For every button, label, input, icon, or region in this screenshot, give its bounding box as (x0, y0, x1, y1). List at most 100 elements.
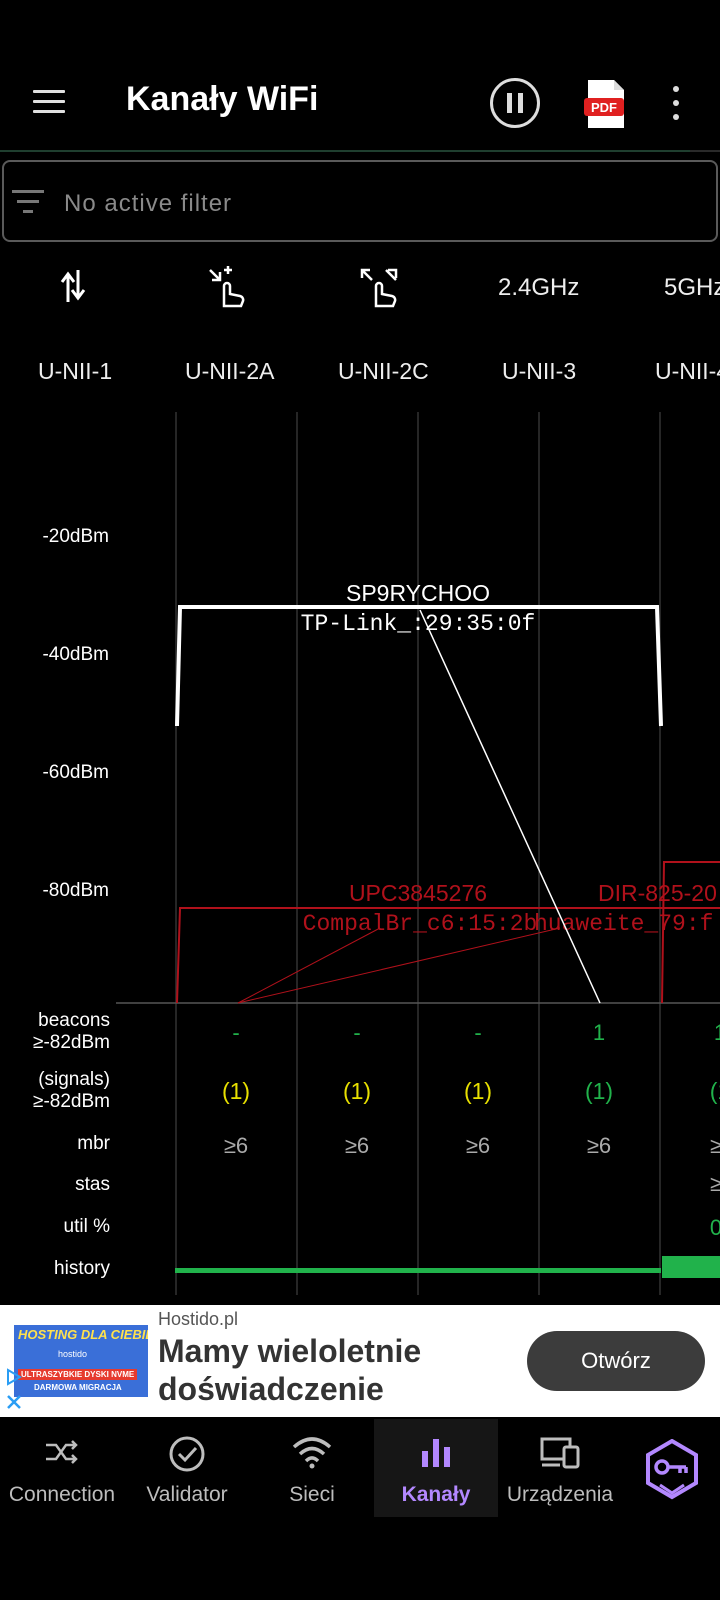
channel-number: 48 (586, 413, 612, 439)
y-axis-label: -80dBm (42, 880, 109, 901)
filter-placeholder: No active filter (64, 190, 233, 217)
more-vert-icon-dot (673, 114, 679, 120)
beacons-value: - (474, 1020, 481, 1045)
nav-tab-sieci[interactable]: Sieci (250, 1417, 374, 1517)
band-tab-unii-1[interactable]: U-NII-1 (38, 358, 112, 385)
stas-value: ≥ (710, 1171, 720, 1196)
band-tab-unii-3[interactable]: U-NII-3 (502, 358, 576, 385)
network-label-leader (419, 609, 601, 1004)
ad-headline[interactable]: Mamy wieloletnie doświadczenie (158, 1332, 518, 1408)
wifi-icon (292, 1437, 332, 1469)
channel-freq: 5220 (457, 444, 499, 465)
network-bssid: huaweite_79:f (534, 911, 713, 937)
nav-tab-kanaly[interactable]: Kanały (374, 1417, 498, 1517)
pause-icon (507, 93, 512, 113)
ad-choices-icon[interactable] (4, 1368, 24, 1414)
channel-freq: 5260 (699, 444, 720, 465)
signals-value: (1 (710, 1078, 720, 1104)
more-vert-icon-dot (673, 100, 679, 106)
nav-tab-validator[interactable]: Validator (124, 1417, 250, 1517)
history-bar (662, 1256, 720, 1278)
mbr-value: ≥6 (466, 1133, 490, 1158)
page-title: Kanały WiFi (126, 80, 319, 118)
pdf-icon: PDF (584, 80, 624, 128)
network-bssid: CompalBr_c6:15:2b (303, 911, 538, 937)
premium-key-icon (646, 1439, 698, 1500)
filter-icon (12, 190, 44, 213)
channel-freq: 5180 (215, 444, 257, 465)
nav-tab-urzadzenia[interactable]: Urządzenia (498, 1417, 622, 1517)
channel-freq: 5200 (336, 444, 378, 465)
pdf-export-button[interactable]: PDF (584, 78, 628, 130)
row-label-util: util % (64, 1216, 111, 1237)
pause-icon-bar (518, 93, 523, 113)
mbr-value: ≥ (710, 1133, 720, 1158)
network-bssid: TP-Link_:29:35:0f (301, 611, 536, 637)
row-label-beacons-threshold: ≥-82dBm (33, 1032, 110, 1053)
channel-chart: 36 5180 40 5200 44 5220 48 5240 52 5260 … (33, 412, 720, 1295)
row-label-mbr: mbr (77, 1133, 110, 1154)
band-tab-unii-4[interactable]: U-NII-4 (655, 358, 720, 385)
y-axis-label: -40dBm (42, 644, 109, 665)
y-axis-label: -20dBm (42, 526, 109, 547)
touch-expand-icon[interactable] (358, 266, 402, 308)
channel-freq: 5240 (578, 444, 620, 465)
ad-open-button[interactable]: Otwórz (527, 1331, 705, 1391)
svg-text:PDF: PDF (591, 100, 617, 115)
channel-number: 36 (223, 413, 249, 439)
mbr-value: ≥6 (345, 1133, 369, 1158)
band-tab-unii-2a[interactable]: U-NII-2A (185, 358, 274, 385)
row-label-beacons: beacons (38, 1010, 110, 1031)
network-label-leader (237, 927, 381, 1004)
menu-icon (33, 90, 65, 93)
ad-image-headline: HOSTING DLA CIEBIE! (18, 1327, 148, 1342)
beacons-value: - (232, 1020, 239, 1045)
sort-arrows-icon[interactable] (58, 268, 88, 304)
nav-tab-premium[interactable] (622, 1417, 720, 1517)
mbr-value: ≥6 (587, 1133, 611, 1158)
more-vert-icon (673, 86, 679, 92)
beacons-value: - (353, 1020, 360, 1045)
beacons-value: 1 (714, 1020, 720, 1045)
menu-icon-line (33, 110, 65, 113)
devices-icon (540, 1437, 580, 1469)
ad-image-feature: ULTRASZYBKIE DYSKI NVME (18, 1369, 138, 1380)
connection-icon (46, 1440, 78, 1464)
nav-label: Urządzenia (506, 1483, 614, 1506)
divider-accent (0, 150, 690, 152)
ad-image[interactable]: HOSTING DLA CIEBIE! hostido ULTRASZYBKIE… (14, 1325, 148, 1397)
band-24ghz-toggle[interactable]: 2.4GHz (498, 274, 579, 302)
nav-label: Kanały (401, 1483, 471, 1506)
band-tab-unii-2c[interactable]: U-NII-2C (338, 358, 429, 385)
row-label-signals: (signals) (38, 1069, 110, 1090)
ad-image-brand: hostido (58, 1349, 88, 1359)
nav-label: Validator (146, 1483, 228, 1506)
signals-value: (1) (222, 1078, 250, 1104)
channel-number: 52 (707, 413, 720, 439)
mbr-value: ≥6 (224, 1133, 248, 1158)
band-5ghz-toggle[interactable]: 5GHz (664, 274, 720, 302)
row-label-history: history (54, 1258, 110, 1279)
row-label-signals-threshold: ≥-82dBm (33, 1091, 110, 1112)
y-axis-label: -60dBm (42, 762, 109, 783)
signals-value: (1) (585, 1078, 613, 1104)
nav-tab-connection[interactable]: Connection (0, 1417, 124, 1517)
network-ssid: UPC3845276 (349, 880, 487, 906)
channel-number: 44 (465, 413, 491, 439)
network-label-leader (237, 927, 561, 1004)
menu-button[interactable] (30, 82, 70, 122)
beacons-value: 1 (593, 1020, 605, 1045)
signals-value: (1) (343, 1078, 371, 1104)
more-options-button[interactable] (670, 86, 682, 122)
nav-label: Sieci (289, 1483, 335, 1506)
pause-button[interactable] (490, 78, 540, 128)
nav-label: Connection (8, 1483, 116, 1506)
signals-value: (1) (464, 1078, 492, 1104)
channel-number: 40 (344, 413, 370, 439)
util-value: 0 (710, 1215, 720, 1240)
ad-image-feature: DARMOWA MIGRACJA (34, 1383, 122, 1392)
touch-compress-icon[interactable] (206, 266, 250, 308)
history-bar (175, 1268, 661, 1273)
menu-icon-line (33, 100, 65, 103)
ad-source: Hostido.pl (158, 1309, 239, 1329)
